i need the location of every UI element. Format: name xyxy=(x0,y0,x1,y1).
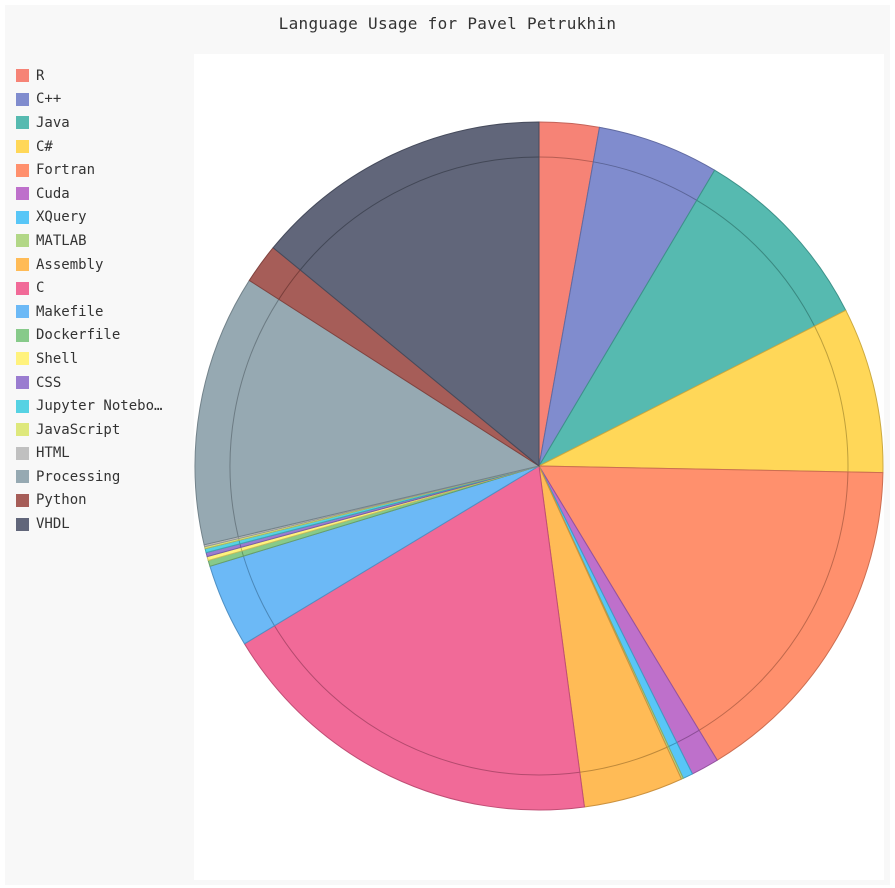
legend-swatch xyxy=(16,116,29,130)
legend-swatch xyxy=(16,281,29,295)
legend-label: Java xyxy=(36,114,70,131)
legend-item[interactable]: VHDL xyxy=(16,512,191,536)
legend-swatch xyxy=(16,328,29,342)
legend-item[interactable]: XQuery xyxy=(16,206,191,230)
legend-swatch xyxy=(16,423,29,437)
legend-label: VHDL xyxy=(36,516,70,533)
legend-swatch xyxy=(16,258,29,272)
legend-label: Shell xyxy=(36,350,79,367)
legend-swatch xyxy=(16,376,29,390)
legend-swatch xyxy=(16,163,29,177)
legend-swatch xyxy=(16,187,29,201)
legend-swatch xyxy=(16,399,29,413)
legend-item[interactable]: HTML xyxy=(16,442,191,466)
legend-label: C++ xyxy=(36,91,62,108)
legend-label: Python xyxy=(36,492,87,509)
legend-item[interactable]: C++ xyxy=(16,88,191,112)
legend-label: Makefile xyxy=(36,303,104,320)
legend-swatch xyxy=(16,69,29,83)
legend-label: HTML xyxy=(36,445,70,462)
legend-label: Jupyter Notebo… xyxy=(36,398,163,415)
legend-item[interactable]: Processing xyxy=(16,465,191,489)
legend-swatch xyxy=(16,210,29,224)
plot-area xyxy=(194,54,884,880)
legend-swatch xyxy=(16,92,29,106)
legend-item[interactable]: Jupyter Notebo… xyxy=(16,394,191,418)
legend-swatch xyxy=(16,140,29,154)
legend-label: Cuda xyxy=(36,185,70,202)
legend-label: Assembly xyxy=(36,256,104,273)
legend-label: R xyxy=(36,67,45,84)
legend-swatch xyxy=(16,446,29,460)
legend-swatch xyxy=(16,352,29,366)
legend-item[interactable]: Makefile xyxy=(16,300,191,324)
pie-chart xyxy=(194,121,884,811)
legend-swatch xyxy=(16,234,29,248)
legend-item[interactable]: Java xyxy=(16,111,191,135)
legend-label: XQuery xyxy=(36,209,87,226)
legend-label: JavaScript xyxy=(36,421,121,438)
legend-item[interactable]: Python xyxy=(16,489,191,513)
legend-item[interactable]: Cuda xyxy=(16,182,191,206)
legend-label: Dockerfile xyxy=(36,327,121,344)
legend-item[interactable]: Assembly xyxy=(16,253,191,277)
legend-swatch xyxy=(16,493,29,507)
legend-swatch xyxy=(16,305,29,319)
legend-label: C xyxy=(36,280,45,297)
legend-item[interactable]: C# xyxy=(16,135,191,159)
legend-label: Processing xyxy=(36,468,121,485)
legend-label: CSS xyxy=(36,374,62,391)
legend-label: MATLAB xyxy=(36,232,87,249)
legend-item[interactable]: JavaScript xyxy=(16,418,191,442)
legend-item[interactable]: Fortran xyxy=(16,158,191,182)
chart-title: Language Usage for Pavel Petrukhin xyxy=(278,14,617,33)
legend-item[interactable]: Dockerfile xyxy=(16,324,191,348)
legend-swatch xyxy=(16,470,29,484)
legend-item[interactable]: Shell xyxy=(16,347,191,371)
legend-swatch xyxy=(16,517,29,531)
legend-label: C# xyxy=(36,138,53,155)
legend-item[interactable]: MATLAB xyxy=(16,229,191,253)
legend-item[interactable]: C xyxy=(16,276,191,300)
legend-item[interactable]: CSS xyxy=(16,371,191,395)
legend: R C++ Java C# Fortran Cuda XQuery MATLAB Assembl… xyxy=(16,64,191,536)
legend-item[interactable]: R xyxy=(16,64,191,88)
legend-label: Fortran xyxy=(36,162,96,179)
